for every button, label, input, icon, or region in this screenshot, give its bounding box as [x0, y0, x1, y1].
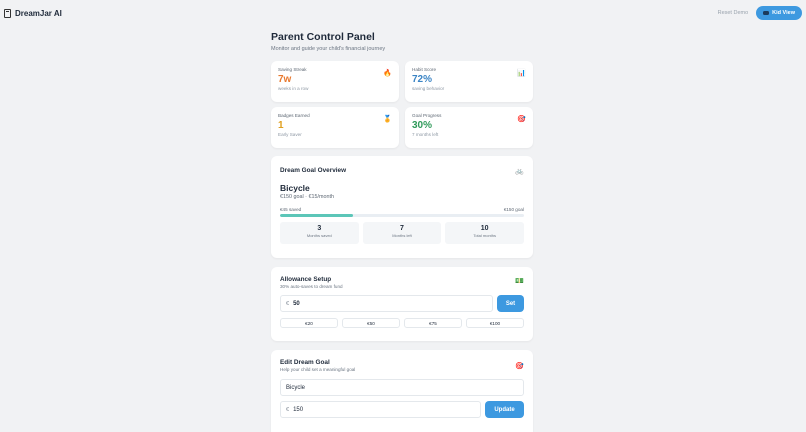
goal-name-value: Bicycle — [286, 384, 306, 391]
stat-label: Saving Streak — [278, 67, 307, 72]
allowance-input[interactable]: € 50 — [280, 295, 493, 312]
goal-name-input[interactable]: Bicycle — [280, 379, 524, 396]
goal-progress-bar — [280, 214, 524, 217]
box-label: Months saved — [306, 233, 332, 238]
section-title: Allowance Setup — [280, 276, 332, 283]
medal-icon: 🏅 — [383, 116, 392, 123]
preset-50-button[interactable]: €50 — [342, 318, 400, 328]
stat-value: 72% — [412, 74, 433, 85]
saved-amount: €45 saved — [280, 207, 302, 212]
bicycle-icon: 🚲 — [515, 168, 524, 175]
brand[interactable]: DreamJar AI — [4, 8, 62, 18]
goal-amount: €150 goal — [503, 207, 524, 212]
kid-view-label: Kid View — [772, 10, 795, 16]
stat-label: Badges Earned — [278, 113, 310, 118]
reset-demo-button[interactable]: Reset Demo — [718, 10, 749, 16]
stat-sub: saving behavior — [412, 86, 445, 91]
stat-card-saving-streak: Saving Streak 7w weeks in a row 🔥 — [271, 61, 399, 102]
jar-logo-icon — [4, 8, 11, 18]
goal-amount-value: 150 — [293, 406, 304, 413]
currency-symbol: € — [286, 300, 290, 307]
months-left-box: 7 Months left — [362, 222, 442, 244]
allowance-card: Allowance Setup 30% auto-saves to dream … — [271, 267, 533, 341]
stat-sub: 7 months left — [412, 132, 439, 137]
total-months-box: 10 Total months — [445, 222, 525, 244]
update-goal-button[interactable]: Update — [485, 401, 524, 418]
stat-value: 1 — [278, 120, 284, 131]
stat-sub: Early Saver — [278, 132, 302, 137]
stat-card-badges: Badges Earned 1 Early Saver 🏅 — [271, 107, 399, 148]
preset-100-button[interactable]: €100 — [466, 318, 524, 328]
dream-goal-card: Dream Goal Overview 🚲 Bicycle €150 goal … — [271, 156, 533, 258]
stat-sub: weeks in a row — [278, 86, 309, 91]
goal-meta: €150 goal · €15/month — [280, 194, 334, 200]
kid-view-button[interactable]: Kid View — [756, 6, 802, 20]
stat-card-goal-progress: Goal Progress 30% 7 months left 🎯 — [405, 107, 533, 148]
set-allowance-button[interactable]: Set — [497, 295, 524, 312]
box-number: 10 — [480, 225, 489, 232]
page-title: Parent Control Panel — [271, 31, 375, 43]
app-name: DreamJar AI — [15, 8, 62, 18]
preset-75-button[interactable]: €75 — [404, 318, 462, 328]
gamepad-icon — [763, 11, 770, 15]
goal-progress-fill — [280, 214, 354, 217]
edit-goal-card: Edit Dream Goal Help your child set a me… — [271, 350, 533, 432]
currency-symbol: € — [286, 406, 290, 413]
top-bar: DreamJar AI Reset Demo Kid View — [0, 0, 806, 26]
box-number: 3 — [317, 225, 322, 232]
months-saved-box: 3 Months saved — [280, 222, 359, 244]
bar-chart-icon: 📊 — [517, 70, 526, 77]
box-number: 7 — [400, 225, 404, 232]
preset-20-button[interactable]: €20 — [280, 318, 338, 328]
section-subtitle: 30% auto-saves to dream fund — [280, 284, 343, 289]
box-label: Months left — [392, 233, 412, 238]
target-icon: 🎯 — [515, 363, 524, 370]
stat-label: Goal Progress — [412, 113, 442, 118]
section-title: Edit Dream Goal — [280, 359, 330, 366]
stat-value: 7w — [278, 74, 292, 85]
stat-card-habit-score: Habit Score 72% saving behavior 📊 — [405, 61, 533, 102]
page-subtitle: Monitor and guide your child's financial… — [271, 46, 386, 52]
section-subtitle: Help your child set a meaningful goal — [280, 367, 356, 372]
money-icon: 💵 — [515, 278, 524, 285]
main-panel: Parent Control Panel Monitor and guide y… — [271, 30, 533, 52]
box-label: Total months — [473, 233, 497, 238]
target-icon: 🎯 — [517, 116, 526, 123]
allowance-value: 50 — [293, 300, 300, 307]
stat-label: Habit Score — [412, 67, 437, 72]
fire-icon: 🔥 — [383, 70, 392, 77]
goal-amount-input[interactable]: € 150 — [280, 401, 481, 418]
goal-name: Bicycle — [280, 183, 310, 193]
stat-value: 30% — [412, 120, 433, 131]
section-title: Dream Goal Overview — [280, 167, 347, 174]
